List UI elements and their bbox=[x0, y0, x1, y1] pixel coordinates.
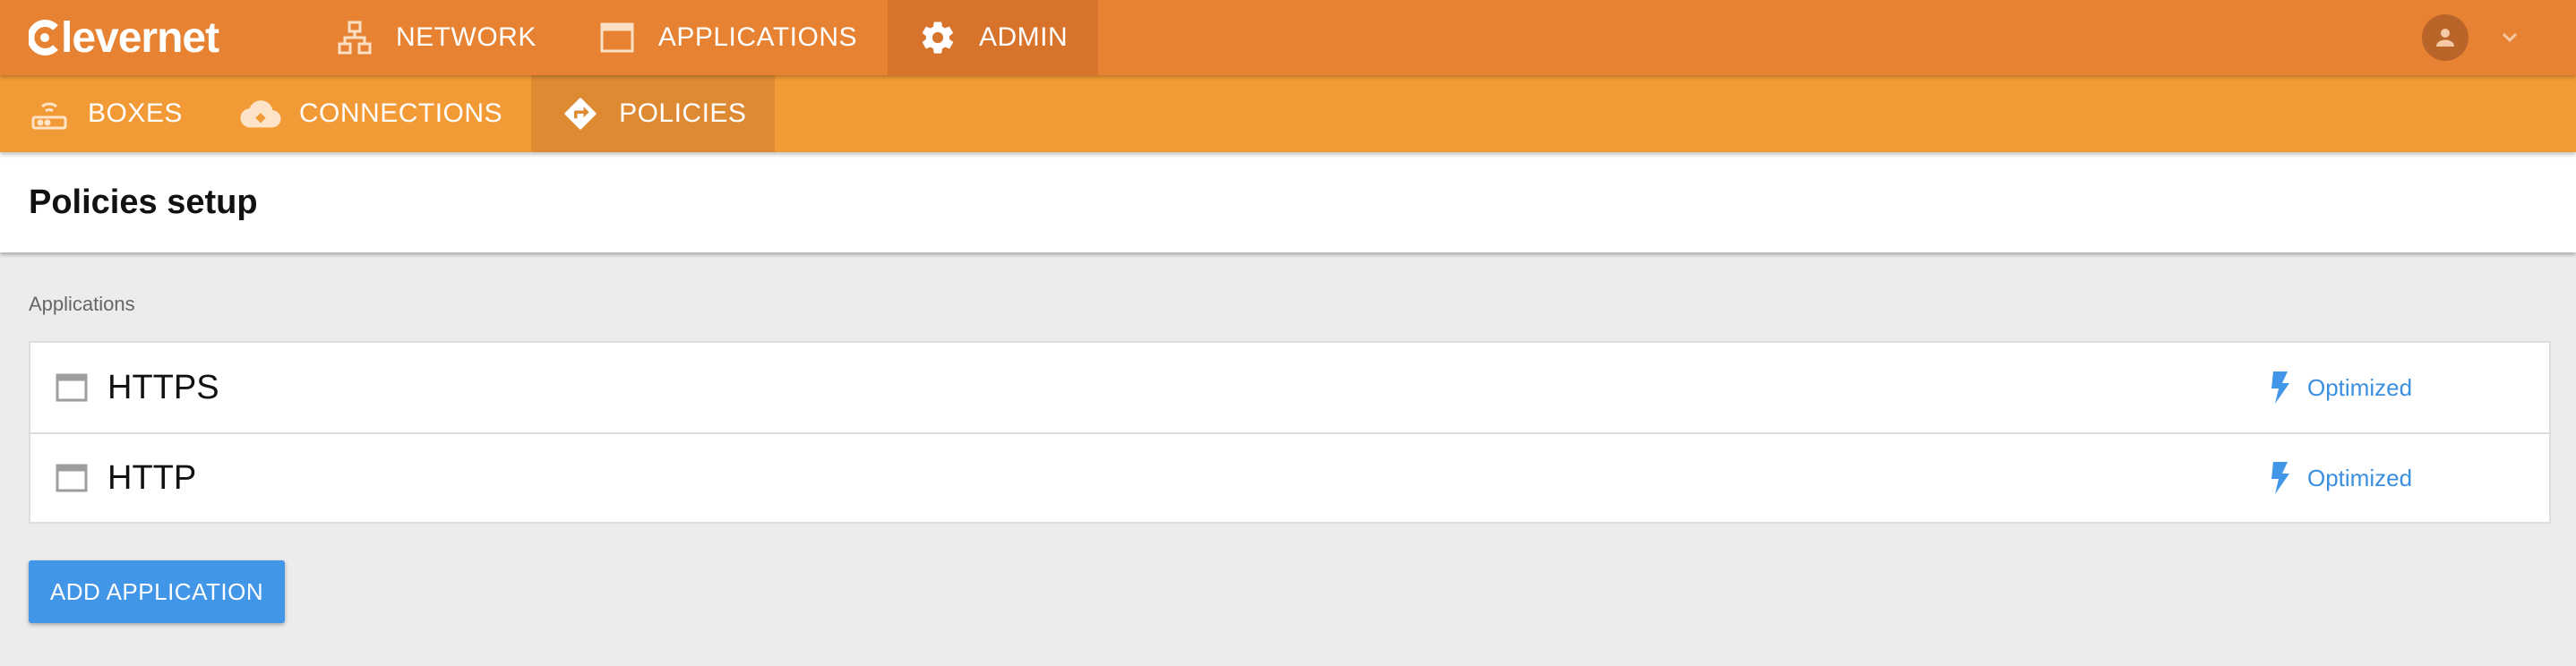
subnav-policies-label: POLICIES bbox=[619, 98, 747, 128]
network-icon bbox=[335, 18, 374, 57]
page-title: Policies setup bbox=[29, 183, 258, 221]
brand-logo[interactable]: levernet bbox=[0, 0, 305, 75]
subnav-connections[interactable]: CONNECTIONS bbox=[211, 75, 531, 152]
nav-network[interactable]: NETWORK bbox=[305, 0, 567, 75]
subnav-boxes[interactable]: BOXES bbox=[0, 75, 211, 152]
window-icon bbox=[56, 464, 88, 492]
add-application-button[interactable]: ADD APPLICATION bbox=[29, 560, 285, 623]
nav-applications[interactable]: APPLICATIONS bbox=[567, 0, 888, 75]
window-icon bbox=[597, 18, 637, 57]
nav-applications-label: APPLICATIONS bbox=[657, 22, 857, 52]
nav-network-label: NETWORK bbox=[396, 22, 537, 52]
window-icon bbox=[56, 373, 88, 402]
brand-name: levernet bbox=[61, 13, 219, 62]
top-navbar: levernet NETWORK APPLICATIONS ADMIN bbox=[0, 0, 2576, 75]
application-name: HTTP bbox=[107, 458, 197, 497]
bolt-icon bbox=[2270, 370, 2291, 406]
page-header: Policies setup bbox=[0, 152, 2576, 252]
router-icon bbox=[29, 93, 70, 134]
policy-link[interactable]: Optimized bbox=[2270, 460, 2412, 496]
nav-admin-label: ADMIN bbox=[979, 22, 1069, 52]
user-menu[interactable] bbox=[2422, 0, 2576, 75]
policy-label: Optimized bbox=[2307, 373, 2413, 401]
list-item[interactable]: HTTP Optimized bbox=[30, 432, 2549, 522]
list-item[interactable]: HTTPS Optimized bbox=[30, 343, 2549, 432]
cloud-sync-icon bbox=[240, 93, 281, 134]
subnav-connections-label: CONNECTIONS bbox=[298, 98, 503, 128]
subnav-boxes-label: BOXES bbox=[88, 98, 183, 128]
bolt-icon bbox=[2270, 460, 2291, 496]
policy-label: Optimized bbox=[2307, 464, 2413, 491]
section-label-applications: Applications bbox=[29, 293, 135, 315]
directions-icon bbox=[560, 93, 601, 134]
account-icon[interactable] bbox=[2422, 14, 2469, 61]
logo-c-icon bbox=[29, 20, 59, 56]
policy-link[interactable]: Optimized bbox=[2270, 370, 2412, 406]
applications-list: HTTPS Optimized HTTP Optimized bbox=[29, 341, 2551, 524]
nav-admin[interactable]: ADMIN bbox=[888, 0, 1099, 75]
chevron-down-icon[interactable] bbox=[2501, 31, 2519, 44]
gear-icon bbox=[918, 18, 957, 57]
application-name: HTTPS bbox=[107, 368, 219, 406]
admin-subnav: BOXES CONNECTIONS POLICIES bbox=[0, 75, 2576, 152]
subnav-policies[interactable]: POLICIES bbox=[531, 75, 776, 152]
